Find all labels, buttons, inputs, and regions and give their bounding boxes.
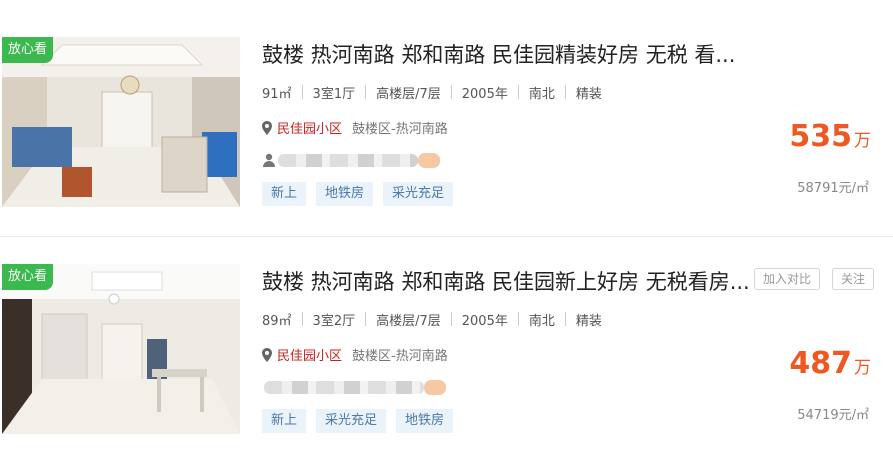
location-pin-icon bbox=[262, 120, 272, 135]
price-unit: 万 bbox=[854, 131, 871, 151]
total-price: 487 万 bbox=[789, 346, 871, 381]
tag: 新上 bbox=[262, 182, 307, 206]
listing-meta: 89㎡ 3室2厅 高楼层/7层 2005年 南北 精装 bbox=[262, 310, 602, 329]
agent-name-redacted bbox=[264, 380, 424, 394]
build-year: 2005年 bbox=[461, 313, 508, 329]
agent-info bbox=[262, 378, 446, 396]
tag: 地铁房 bbox=[396, 409, 454, 433]
tag: 地铁房 bbox=[316, 182, 374, 206]
divider bbox=[564, 312, 566, 326]
verified-badge: 放心看 bbox=[2, 37, 54, 63]
community-link[interactable]: 民佳园小区 bbox=[277, 118, 342, 137]
area: 89㎡ bbox=[262, 313, 292, 329]
unit-price: 54719元/㎡ bbox=[797, 408, 869, 423]
agent-badge-redacted bbox=[424, 379, 446, 395]
price-value: 535 bbox=[789, 119, 852, 154]
tag-list: 新上 地铁房 采光充足 bbox=[262, 182, 463, 206]
verified-badge: 放心看 bbox=[2, 264, 54, 290]
divider bbox=[450, 85, 452, 99]
divider bbox=[517, 312, 519, 326]
agent-name-redacted bbox=[278, 153, 418, 167]
room-layout: 3室1厅 bbox=[312, 86, 356, 102]
price-value: 487 bbox=[789, 346, 852, 381]
tag-list: 新上 采光充足 地铁房 bbox=[262, 409, 463, 433]
community-link[interactable]: 民佳园小区 bbox=[277, 345, 342, 364]
floor-info: 高楼层/7层 bbox=[376, 86, 441, 102]
orientation: 南北 bbox=[528, 313, 555, 329]
tag: 采光充足 bbox=[316, 409, 387, 433]
listing-divider bbox=[0, 236, 893, 237]
divider bbox=[301, 85, 303, 99]
location-pin-icon bbox=[262, 347, 272, 362]
decoration: 精装 bbox=[575, 86, 602, 102]
divider bbox=[301, 312, 303, 326]
price-unit: 万 bbox=[854, 358, 871, 378]
add-compare-button[interactable]: 加入对比 bbox=[754, 268, 821, 290]
divider bbox=[564, 85, 566, 99]
person-icon bbox=[263, 153, 275, 167]
listing-location: 民佳园小区 鼓楼区-热河南路 bbox=[262, 118, 448, 137]
orientation: 南北 bbox=[528, 86, 555, 102]
decoration: 精装 bbox=[575, 313, 602, 329]
agent-badge-redacted bbox=[418, 152, 440, 168]
tag: 采光充足 bbox=[383, 182, 454, 206]
listing-location: 民佳园小区 鼓楼区-热河南路 bbox=[262, 345, 448, 364]
divider bbox=[365, 312, 367, 326]
listing-card[interactable]: 放心看 鼓楼 热河南路 郑和南路 民佳园新上好房 无税看房... 加入对比 关注… bbox=[0, 254, 893, 434]
build-year: 2005年 bbox=[461, 86, 508, 102]
tag: 新上 bbox=[262, 409, 307, 433]
floor-info: 高楼层/7层 bbox=[376, 313, 441, 329]
area: 91㎡ bbox=[262, 86, 292, 102]
agent-info bbox=[262, 151, 440, 169]
room-layout: 3室2厅 bbox=[312, 313, 356, 329]
district-link[interactable]: 鼓楼区-热河南路 bbox=[352, 118, 448, 137]
listing-card[interactable]: 放心看 鼓楼 热河南路 郑和南路 民佳园精装好房 无税 看... 91㎡ 3室1… bbox=[0, 27, 893, 207]
follow-button[interactable]: 关注 bbox=[832, 268, 875, 290]
divider bbox=[450, 312, 452, 326]
district-link[interactable]: 鼓楼区-热河南路 bbox=[352, 345, 448, 364]
listing-title[interactable]: 鼓楼 热河南路 郑和南路 民佳园精装好房 无税 看... bbox=[262, 39, 735, 69]
listing-meta: 91㎡ 3室1厅 高楼层/7层 2005年 南北 精装 bbox=[262, 83, 602, 102]
divider bbox=[517, 85, 519, 99]
divider bbox=[365, 85, 367, 99]
listing-title[interactable]: 鼓楼 热河南路 郑和南路 民佳园新上好房 无税看房... bbox=[262, 266, 750, 296]
total-price: 535 万 bbox=[789, 119, 871, 154]
unit-price: 58791元/㎡ bbox=[797, 181, 869, 196]
